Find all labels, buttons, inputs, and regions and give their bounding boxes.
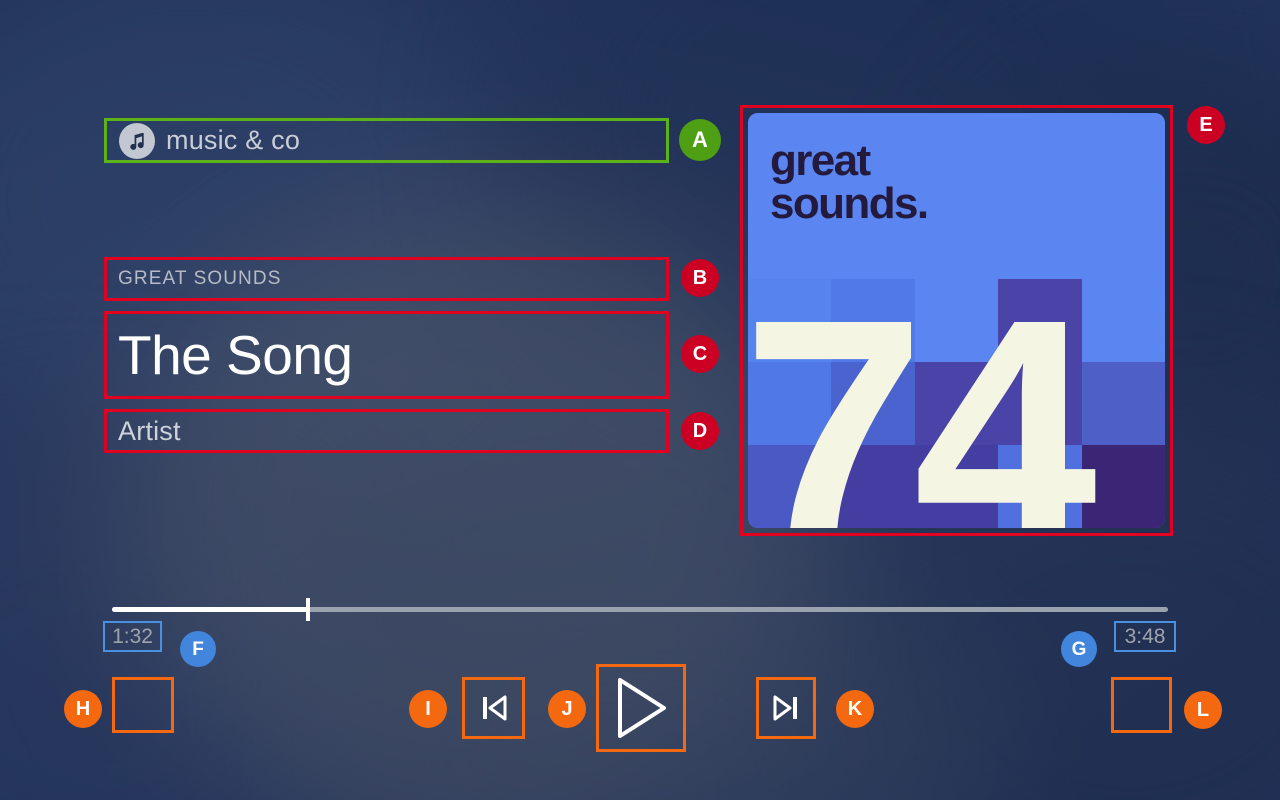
progress-handle[interactable] (306, 598, 311, 621)
album-art-tile (1081, 362, 1165, 445)
album-art-tile (1081, 445, 1165, 528)
current-time-label: 1:32 (103, 621, 162, 652)
artist-name-field[interactable]: Artist (104, 409, 669, 453)
annotation-badge-i: I (409, 690, 447, 728)
shuffle-button[interactable] (112, 677, 174, 733)
album-art-wordmark: great sounds. (770, 136, 929, 228)
annotation-badge-j: J (548, 690, 586, 728)
artist-name-text: Artist (118, 415, 181, 446)
annotation-badge-k: K (836, 690, 874, 728)
album-name-field[interactable]: GREAT SOUNDS (104, 257, 669, 301)
track-title-field[interactable]: The Song (104, 311, 669, 399)
music-player-screen: music & co A GREAT SOUNDS B The Song C A… (0, 0, 1280, 800)
progress-fill (112, 607, 309, 612)
previous-button[interactable] (462, 677, 525, 739)
next-button[interactable] (756, 677, 816, 739)
album-art-tile (1081, 113, 1165, 196)
album-art-number: 74 (748, 250, 1097, 529)
annotation-badge-g: G (1061, 631, 1097, 667)
annotation-badge-h: H (64, 690, 102, 728)
album-art[interactable]: great sounds. 74 (740, 105, 1173, 536)
track-title-text: The Song (118, 323, 353, 386)
annotation-badge-c: C (681, 335, 719, 373)
album-art-tile (998, 113, 1082, 196)
album-art-tile (1081, 196, 1165, 279)
app-name-field[interactable]: music & co (104, 118, 669, 163)
play-button[interactable] (596, 664, 686, 752)
album-name-text: GREAT SOUNDS (118, 268, 282, 289)
annotation-badge-l: L (1184, 691, 1222, 729)
total-time-label: 3:48 (1114, 621, 1176, 652)
app-name-text: music & co (166, 125, 301, 155)
annotation-badge-d: D (681, 412, 719, 450)
repeat-button[interactable] (1111, 677, 1172, 733)
annotation-badge-b: B (681, 259, 719, 297)
progress-slider[interactable] (112, 598, 1168, 621)
play-icon (610, 675, 672, 741)
music-note-icon (119, 122, 155, 159)
skip-previous-icon (477, 691, 511, 725)
annotation-badge-f: F (180, 631, 216, 667)
album-art-tile (1081, 279, 1165, 362)
annotation-badge-a: A (679, 119, 721, 161)
album-art-image: great sounds. 74 (748, 113, 1165, 528)
skip-next-icon (769, 691, 803, 725)
annotation-badge-e: E (1187, 106, 1225, 144)
